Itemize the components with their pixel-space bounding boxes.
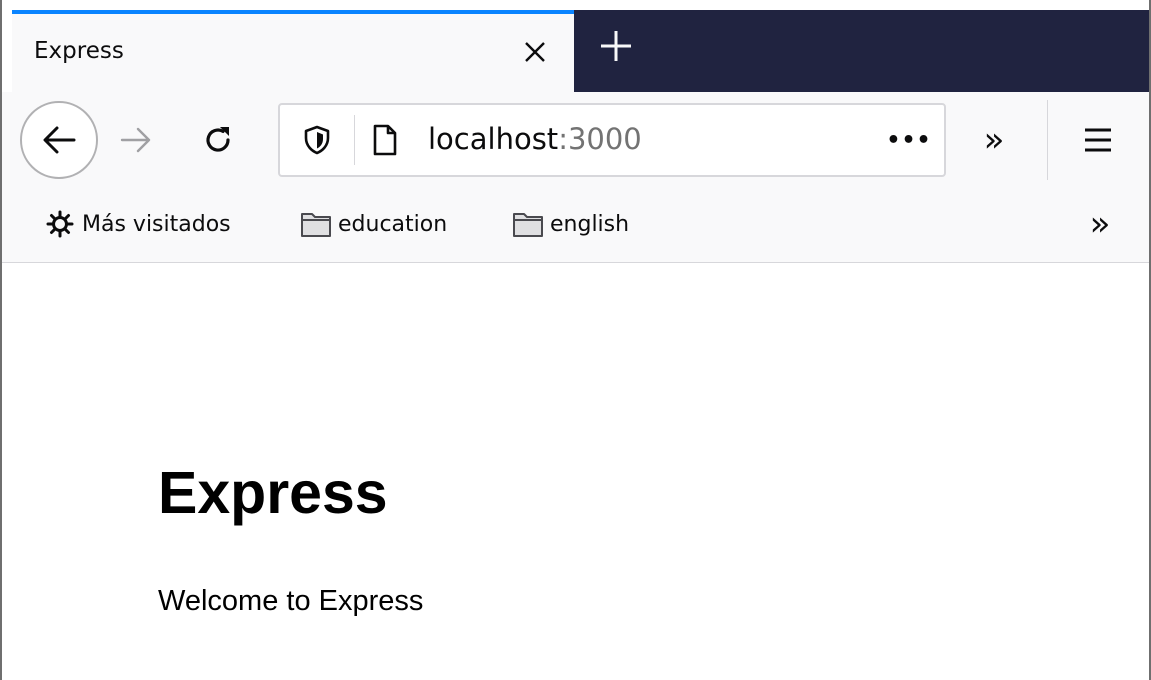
close-icon[interactable] (517, 34, 553, 70)
bookmark-folder-education[interactable]: education (300, 206, 447, 242)
folder-icon (512, 208, 544, 240)
address-bar-divider (354, 115, 355, 165)
browser-window: Express localhost:3000 ••• » Más visitad… (0, 0, 1151, 680)
plus-icon[interactable] (596, 26, 636, 66)
arrow-right-icon (120, 127, 151, 153)
arrow-left-icon (43, 126, 76, 154)
tab-strip-background (574, 10, 1149, 92)
reload-icon (206, 127, 230, 152)
page-actions-button[interactable]: ••• (886, 123, 932, 157)
address-bar[interactable]: localhost:3000 ••• (278, 103, 946, 177)
bookmark-mas-visitados[interactable]: Más visitados (44, 206, 231, 242)
bookmark-label: education (338, 211, 448, 237)
gear-icon (44, 208, 76, 240)
hamburger-menu-icon[interactable] (1078, 120, 1118, 160)
forward-button[interactable] (116, 120, 156, 160)
page-icon[interactable] (368, 121, 402, 159)
back-button[interactable] (20, 101, 98, 179)
toolbar-overflow-button[interactable]: » (972, 118, 1016, 162)
bookmarks-overflow-button[interactable]: » (1080, 204, 1120, 244)
url-text[interactable]: localhost:3000 (428, 122, 642, 156)
bookmark-label: english (550, 211, 630, 237)
tab-title: Express (34, 38, 124, 64)
shield-icon[interactable] (300, 123, 334, 157)
toolbar-divider (1047, 100, 1048, 180)
page-heading: Express (158, 460, 388, 526)
tab-express[interactable]: Express (12, 10, 574, 92)
url-port: :3000 (558, 122, 642, 156)
tab-strip: Express (2, 0, 1149, 92)
bookmarks-toolbar: Más visitados education english » (2, 188, 1149, 263)
reload-button[interactable] (198, 120, 238, 160)
bookmark-folder-english[interactable]: english (512, 206, 629, 242)
navigation-toolbar: localhost:3000 ••• » (2, 92, 1149, 188)
page-paragraph: Welcome to Express (158, 585, 424, 617)
page-content: Express Welcome to Express (2, 263, 1149, 680)
bookmark-label: Más visitados (82, 211, 231, 237)
url-host: localhost (428, 122, 559, 156)
folder-icon (300, 208, 332, 240)
